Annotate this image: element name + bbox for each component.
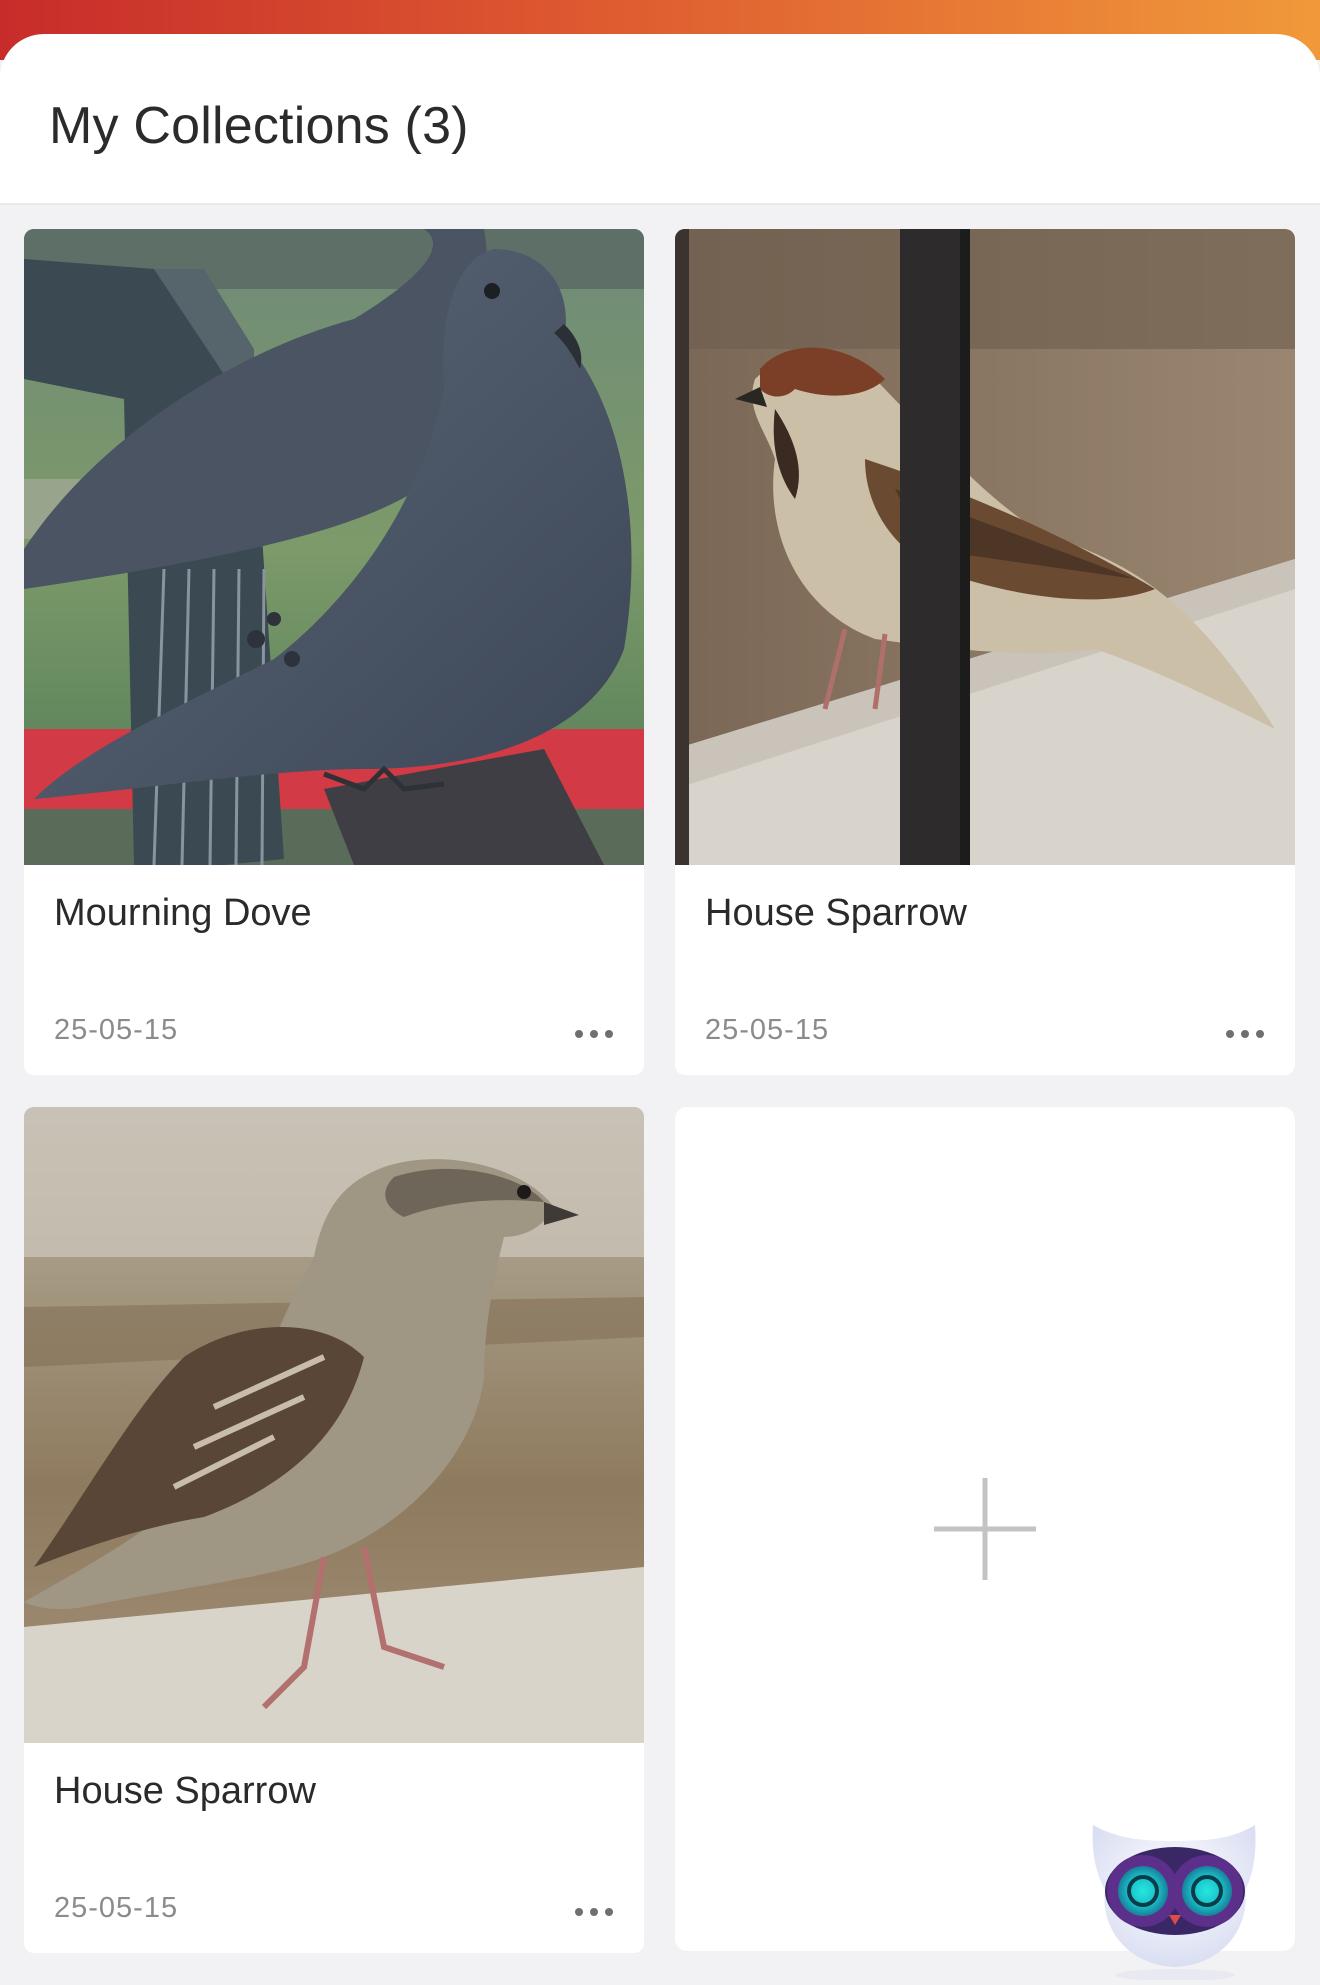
more-dots-icon <box>1256 1030 1264 1038</box>
collection-name: Mourning Dove <box>54 892 312 934</box>
house-sparrow-female-photo[interactable] <box>24 1107 644 1743</box>
more-dots-icon <box>575 1030 583 1038</box>
collection-card[interactable]: House Sparrow 25-05-15 <box>675 229 1295 1075</box>
collection-name: House Sparrow <box>54 1770 316 1812</box>
header: My Collections (3) <box>0 34 1320 204</box>
more-options-button[interactable] <box>1215 1019 1275 1049</box>
mourning-dove-photo[interactable] <box>24 229 644 865</box>
more-dots-icon <box>1226 1030 1234 1038</box>
more-dots-icon <box>1241 1030 1249 1038</box>
more-options-button[interactable] <box>564 1019 624 1049</box>
page-title: My Collections (3) <box>49 97 469 155</box>
owl-assistant-button[interactable] <box>1085 1815 1265 1981</box>
house-sparrow-male-photo[interactable] <box>675 229 1295 865</box>
more-dots-icon <box>590 1030 598 1038</box>
more-dots-icon <box>605 1030 613 1038</box>
collection-date: 25-05-15 <box>54 1014 179 1046</box>
collection-date: 25-05-15 <box>54 1892 179 1924</box>
more-options-button[interactable] <box>564 1897 624 1927</box>
plus-icon <box>934 1478 1036 1580</box>
more-dots-icon <box>575 1908 583 1916</box>
collection-date: 25-05-15 <box>705 1014 830 1046</box>
more-dots-icon <box>590 1908 598 1916</box>
collection-card[interactable]: House Sparrow 25-05-15 <box>24 1107 644 1953</box>
collection-name: House Sparrow <box>705 892 967 934</box>
more-dots-icon <box>605 1908 613 1916</box>
collection-card[interactable]: Mourning Dove 25-05-15 <box>24 229 644 1075</box>
owl-mascot-icon <box>1092 1825 1256 1981</box>
